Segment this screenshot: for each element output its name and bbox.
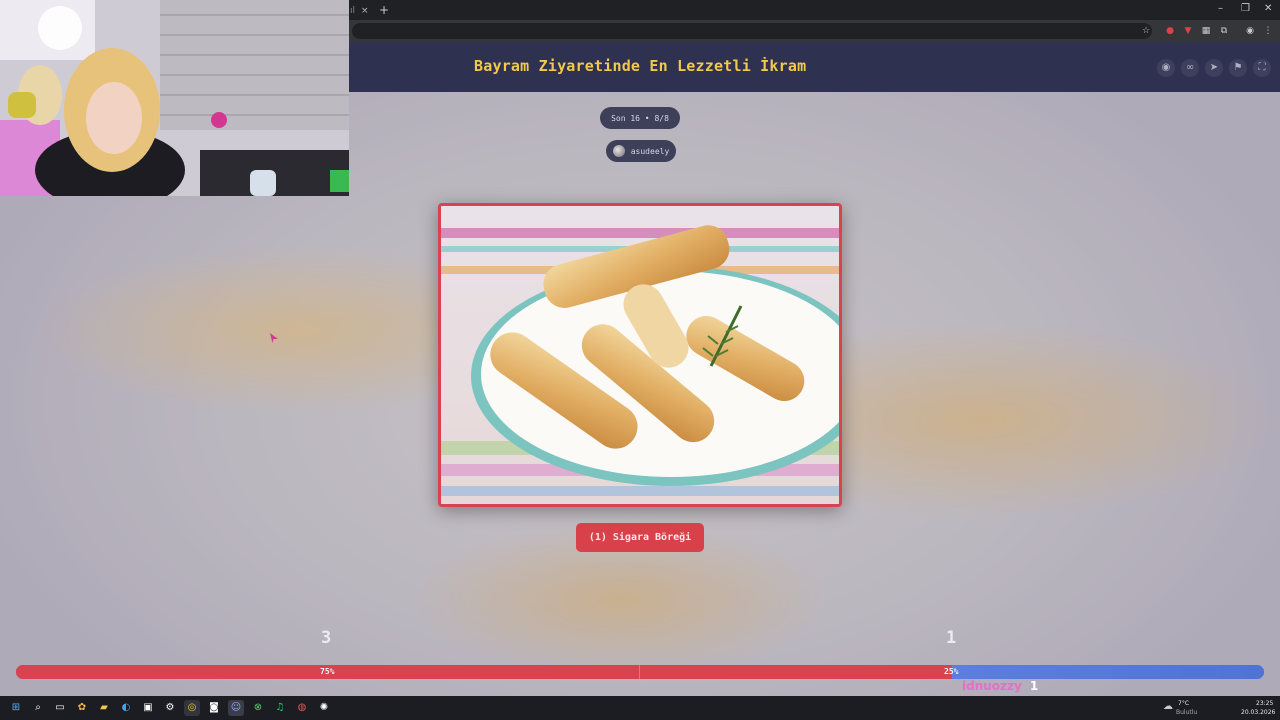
- obs-icon[interactable]: ◍: [294, 700, 310, 716]
- shield-extension-icon[interactable]: ▼: [1182, 25, 1194, 37]
- left-percent-label: 75%: [320, 667, 335, 676]
- browser-tab-strip: [348, 0, 1280, 20]
- avatar: [612, 145, 625, 157]
- address-bar[interactable]: [352, 23, 1152, 39]
- left-vote-count: 3: [321, 628, 332, 648]
- right-vote-fill: [952, 665, 1264, 679]
- weather-cloud-icon[interactable]: ☁: [1160, 699, 1176, 715]
- sigara-boregi-photo: [441, 206, 839, 504]
- leaderboard-score: 1: [1029, 679, 1039, 693]
- weather-description: Bulutlu: [1176, 709, 1198, 716]
- browser-menu-icon[interactable]: ⋮: [1262, 25, 1274, 37]
- fullscreen-icon[interactable]: ⛶: [1253, 59, 1271, 77]
- leaderboard-username: idnuozzy: [962, 679, 1022, 693]
- round-indicator: Son 16 • 8/8: [600, 107, 680, 129]
- eye-icon[interactable]: ◉: [1157, 59, 1175, 77]
- tab-close-icon[interactable]: ×: [361, 6, 369, 16]
- candidate-image-card[interactable]: [438, 203, 842, 507]
- left-vote-fill: [16, 665, 952, 679]
- task-view-icon[interactable]: ▭: [52, 700, 68, 716]
- restore-button[interactable]: ❐: [1241, 3, 1250, 14]
- submitter-username: asudeely: [630, 146, 670, 156]
- new-tab-button[interactable]: +: [379, 3, 389, 17]
- record-extension-icon[interactable]: ●: [1164, 25, 1176, 37]
- streamer-webcam-feed: [0, 0, 349, 196]
- close-window-button[interactable]: ✕: [1264, 3, 1272, 14]
- answer-button[interactable]: (1) Sigara Böreği: [576, 523, 704, 552]
- steam-icon[interactable]: ✺: [316, 700, 332, 716]
- search-icon[interactable]: ⌕: [30, 700, 46, 716]
- start-icon[interactable]: ⊞: [8, 700, 24, 716]
- submitter-badge: asudeely: [606, 140, 676, 162]
- right-vote-count: 1: [946, 628, 957, 648]
- copilot-icon[interactable]: ✿: [74, 700, 90, 716]
- browser-tab[interactable]: ıl ×: [348, 2, 378, 20]
- grid-extension-icon[interactable]: ▦: [1200, 25, 1212, 37]
- settings-gear-icon[interactable]: ⚙: [162, 700, 178, 716]
- file-explorer-icon[interactable]: ▰: [96, 700, 112, 716]
- edge-icon[interactable]: ◐: [118, 700, 134, 716]
- bar-midline: [639, 665, 640, 679]
- screen: { "browser": { "tab_close": "×", "new_ta…: [0, 0, 1280, 720]
- chrome-icon[interactable]: ◎: [184, 700, 200, 716]
- discord-icon[interactable]: ☺: [228, 700, 244, 716]
- bookmark-star-icon[interactable]: ☆: [1140, 25, 1152, 37]
- clock-date[interactable]: 20.03.2026: [1241, 709, 1275, 716]
- spotify-icon[interactable]: ♫: [272, 700, 288, 716]
- send-icon[interactable]: ➤: [1205, 59, 1223, 77]
- vote-percentage-bar: 75% 25%: [16, 665, 1264, 679]
- page-title: Bayram Ziyaretinde En Lezzetli İkram: [474, 57, 807, 75]
- webcam-overlay: [0, 0, 349, 196]
- extensions-puzzle-icon[interactable]: ⧉: [1218, 25, 1230, 37]
- right-percent-label: 25%: [944, 667, 959, 676]
- profile-avatar-icon[interactable]: ◉: [1244, 25, 1256, 37]
- minimize-button[interactable]: –: [1218, 3, 1223, 14]
- store-icon[interactable]: ▣: [140, 700, 156, 716]
- flag-icon[interactable]: ⚑: [1229, 59, 1247, 77]
- link-icon[interactable]: ∞: [1181, 59, 1199, 77]
- clock-time[interactable]: 23:25: [1256, 700, 1273, 707]
- camera-app-icon[interactable]: ◙: [206, 700, 222, 716]
- leaderboard-entry: idnuozzy 1: [962, 679, 1038, 693]
- xbox-icon[interactable]: ⊗: [250, 700, 266, 716]
- weather-temperature: 7°C: [1178, 700, 1190, 707]
